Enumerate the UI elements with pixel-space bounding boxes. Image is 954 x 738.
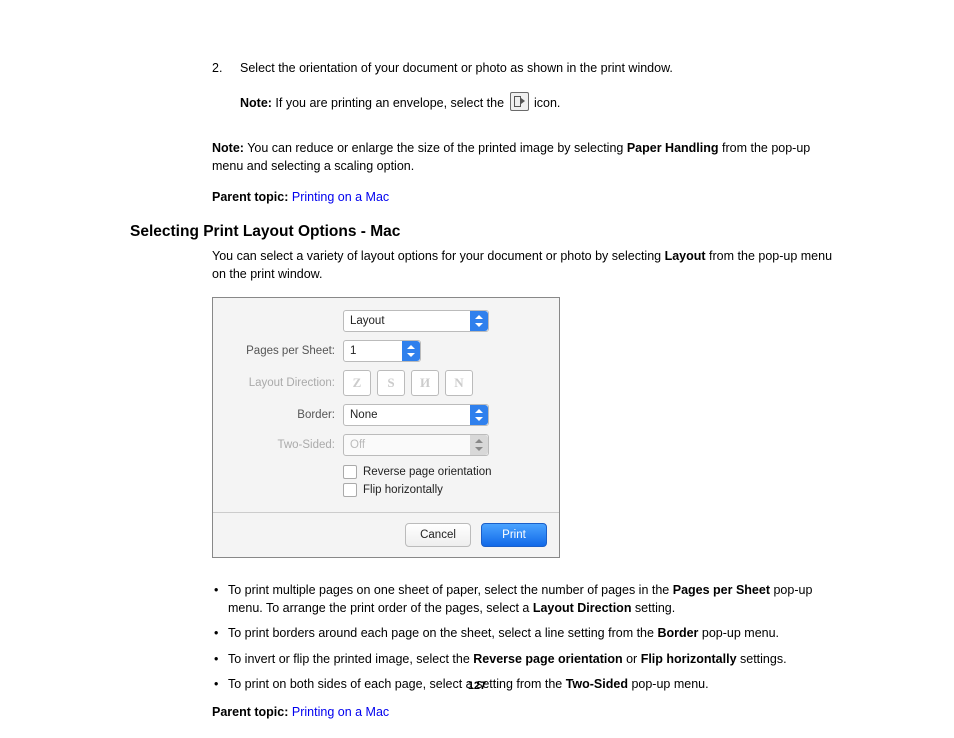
cancel-button[interactable]: Cancel bbox=[405, 523, 471, 547]
chevron-updown-icon bbox=[470, 405, 488, 425]
layout-direction-option[interactable]: S bbox=[377, 370, 405, 396]
page-number: 127 bbox=[0, 679, 954, 694]
paper-handling-note: Note: You can reduce or enlarge the size… bbox=[212, 140, 844, 175]
two-sided-label: Two-Sided: bbox=[225, 437, 343, 453]
layout-direction-option[interactable]: N bbox=[445, 370, 473, 396]
bullet-item: To print borders around each page on the… bbox=[212, 625, 844, 643]
pages-per-sheet-label: Pages per Sheet: bbox=[225, 343, 343, 359]
layout-dialog: Layout Pages per Sheet: 1 Layout Directi… bbox=[212, 297, 560, 558]
layout-direction-group[interactable]: Z S И N bbox=[343, 370, 473, 396]
two-sided-select[interactable]: Off bbox=[343, 434, 489, 456]
border-label: Border: bbox=[225, 407, 343, 423]
bullet-item: To invert or flip the printed image, sel… bbox=[212, 651, 844, 669]
landscape-envelope-icon bbox=[510, 92, 529, 111]
bullet-item: To print multiple pages on one sheet of … bbox=[212, 582, 844, 617]
parent-topic-link[interactable]: Printing on a Mac bbox=[292, 705, 389, 719]
flip-horizontally-row[interactable]: Flip horizontally bbox=[225, 482, 547, 498]
print-button[interactable]: Print bbox=[481, 523, 547, 547]
parent-topic-link[interactable]: Printing on a Mac bbox=[292, 190, 389, 204]
step-2: 2. Select the orientation of your docume… bbox=[212, 60, 844, 126]
section-intro: You can select a variety of layout optio… bbox=[212, 248, 844, 283]
reverse-orientation-row[interactable]: Reverse page orientation bbox=[225, 464, 547, 480]
layout-direction-option[interactable]: Z bbox=[343, 370, 371, 396]
divider bbox=[213, 512, 559, 513]
chevron-updown-icon bbox=[402, 341, 420, 361]
layout-direction-option[interactable]: И bbox=[411, 370, 439, 396]
parent-topic: Parent topic: Printing on a Mac bbox=[212, 189, 844, 207]
chevron-updown-icon bbox=[470, 311, 488, 331]
border-select[interactable]: None bbox=[343, 404, 489, 426]
step-text: Select the orientation of your document … bbox=[240, 60, 673, 78]
note-label: Note: bbox=[212, 141, 244, 155]
section-heading: Selecting Print Layout Options - Mac bbox=[130, 221, 844, 243]
checkbox-icon[interactable] bbox=[343, 465, 357, 479]
step-number: 2. bbox=[212, 60, 240, 126]
section-select[interactable]: Layout bbox=[343, 310, 489, 332]
layout-direction-label: Layout Direction: bbox=[225, 375, 343, 391]
step-note: Note: If you are printing an envelope, s… bbox=[240, 92, 673, 113]
pages-per-sheet-select[interactable]: 1 bbox=[343, 340, 421, 362]
chevron-updown-icon bbox=[470, 435, 488, 455]
checkbox-icon[interactable] bbox=[343, 483, 357, 497]
note-label: Note: bbox=[240, 96, 272, 110]
parent-topic: Parent topic: Printing on a Mac bbox=[212, 704, 844, 722]
